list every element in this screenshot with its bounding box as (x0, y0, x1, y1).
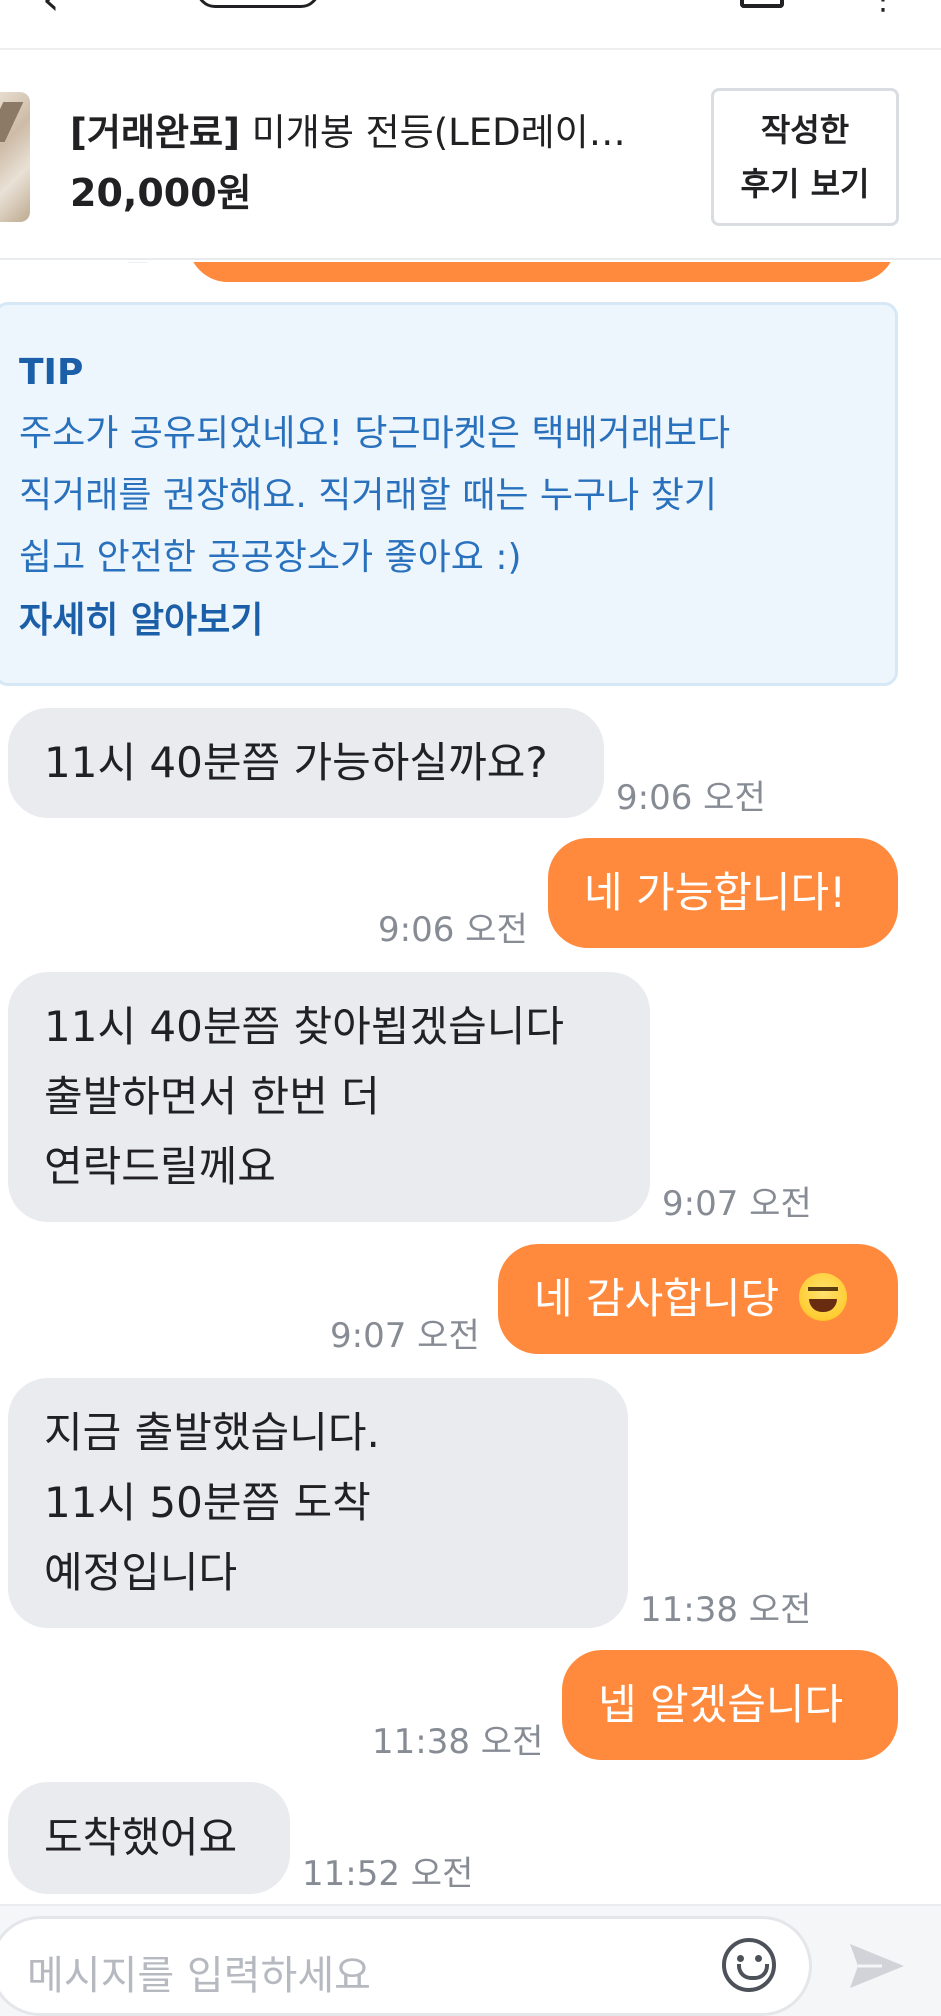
incoming-message-bubble[interactable]: 11시 40분쯤 가능하실까요? (8, 708, 604, 818)
product-title: [거래완료] 미개봉 전등(LED레이… (70, 102, 626, 156)
message-time: 9:06 오전 (616, 778, 766, 818)
call-icon[interactable] (740, 0, 784, 8)
tip-notice: TIP 주소가 공유되었네요! 당근마켓은 택배거래보다 직거래를 권장해요. … (0, 302, 898, 686)
product-price: 20,000원 (70, 171, 252, 215)
manner-temperature-badge[interactable] (196, 0, 320, 8)
message-time: 9:07 오전 (330, 1316, 480, 1356)
message-text: 네 감사합니당 (534, 1274, 780, 1323)
message-time: 11:38 오전 (372, 1722, 544, 1762)
smile-icon[interactable] (722, 1938, 776, 1992)
outgoing-message-bubble[interactable]: 넵 알겠습니다 (562, 1650, 898, 1760)
message-input[interactable]: 메시지를 입력하세요 (0, 1916, 812, 2016)
chat-message-list[interactable]: 9:26 오전 TIP 주소가 공유되었네요! 당근마켓은 택배거래보다 직거래… (0, 262, 941, 1904)
message-time: 11:38 오전 (640, 1590, 812, 1630)
product-thumbnail[interactable] (0, 92, 30, 222)
message-time: 9:26 오전 (10, 262, 151, 270)
product-header[interactable]: [거래완료] 미개봉 전등(LED레이… 20,000원 작성한 후기 보기 (0, 52, 941, 260)
grinning-squinting-face-emoji-icon (798, 1273, 847, 1321)
message-time: 11:52 오전 (302, 1854, 474, 1894)
incoming-message-bubble[interactable]: 도착했어요 (8, 1782, 290, 1894)
outgoing-message-bubble (188, 262, 896, 282)
message-time: 9:07 오전 (662, 1184, 812, 1224)
view-review-button[interactable]: 작성한 후기 보기 (711, 88, 899, 226)
tip-title: TIP (19, 352, 84, 393)
learn-more-link[interactable]: 자세히 알아보기 (19, 589, 263, 653)
trade-status: [거래완료] (70, 111, 240, 154)
outgoing-message-bubble[interactable]: 네 감사합니당 (498, 1244, 898, 1354)
back-arrow-icon[interactable]: ‹ (42, 0, 60, 25)
message-input-placeholder: 메시지를 입력하세요 (27, 1953, 371, 1999)
outgoing-message-bubble[interactable]: 네 가능합니다! (548, 838, 898, 948)
message-input-bar: 메시지를 입력하세요 (0, 1904, 941, 2016)
product-name: 미개봉 전등(LED레이… (239, 111, 626, 154)
top-navigation-bar: ‹ ⋮ (0, 0, 941, 50)
message-time: 9:06 오전 (378, 910, 528, 950)
incoming-message-bubble[interactable]: 11시 40분쯤 찾아뵙겠습니다 출발하면서 한번 더 연락드릴께요 (8, 972, 650, 1222)
tip-body: 주소가 공유되었네요! 당근마켓은 택배거래보다 직거래를 권장해요. 직거래할… (19, 413, 731, 578)
send-icon[interactable] (848, 1940, 906, 1992)
incoming-message-bubble[interactable]: 지금 출발했습니다. 11시 50분쯤 도착 예정입니다 (8, 1378, 628, 1628)
more-icon[interactable]: ⋮ (868, 0, 898, 17)
